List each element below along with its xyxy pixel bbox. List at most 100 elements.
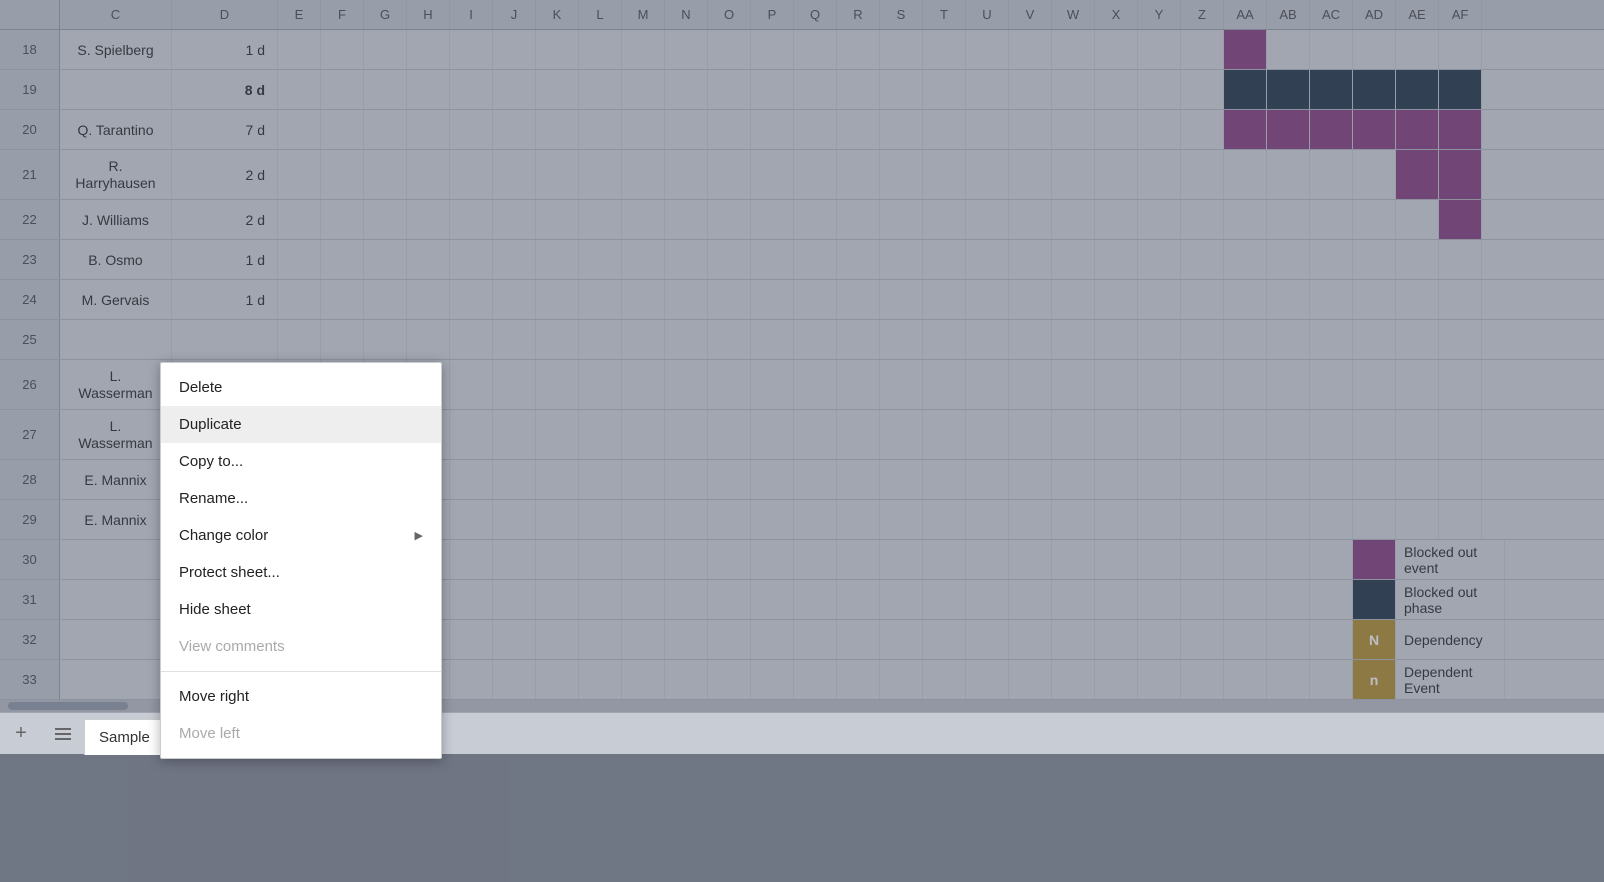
column-header[interactable]: L (579, 0, 622, 29)
gantt-cell[interactable] (880, 280, 923, 319)
gantt-cell[interactable] (665, 360, 708, 409)
gantt-cell[interactable] (1310, 30, 1353, 69)
gantt-cell[interactable] (1181, 360, 1224, 409)
gantt-cell[interactable] (794, 240, 837, 279)
gantt-cell[interactable] (837, 410, 880, 459)
column-header[interactable]: S (880, 0, 923, 29)
row-header[interactable]: 18 (0, 30, 60, 69)
gantt-cell[interactable] (665, 150, 708, 199)
gantt-cell[interactable] (1353, 410, 1396, 459)
menu-protect-sheet[interactable]: Protect sheet... (161, 554, 441, 591)
gantt-cell[interactable] (1224, 70, 1267, 109)
duration-cell[interactable]: 2 d (172, 200, 278, 239)
menu-hide-sheet[interactable]: Hide sheet (161, 591, 441, 628)
gantt-cell[interactable] (579, 30, 622, 69)
column-header[interactable]: O (708, 0, 751, 29)
gantt-cell[interactable] (1138, 460, 1181, 499)
gantt-cell[interactable] (1224, 200, 1267, 239)
gantt-cell[interactable] (1439, 240, 1482, 279)
row-header[interactable]: 20 (0, 110, 60, 149)
gantt-cell[interactable] (708, 280, 751, 319)
gantt-cell[interactable] (278, 200, 321, 239)
cell[interactable] (1310, 660, 1353, 699)
cell[interactable] (493, 540, 536, 579)
gantt-cell[interactable] (407, 150, 450, 199)
column-header[interactable]: AC (1310, 0, 1353, 29)
gantt-cell[interactable] (751, 320, 794, 359)
gantt-cell[interactable] (837, 460, 880, 499)
select-all-corner[interactable] (0, 0, 60, 29)
gantt-cell[interactable] (794, 280, 837, 319)
gantt-cell[interactable] (1224, 320, 1267, 359)
gantt-cell[interactable] (1439, 500, 1482, 539)
gantt-cell[interactable] (794, 70, 837, 109)
gantt-cell[interactable] (579, 410, 622, 459)
menu-rename[interactable]: Rename... (161, 480, 441, 517)
gantt-cell[interactable] (493, 240, 536, 279)
cell[interactable] (1138, 660, 1181, 699)
gantt-cell[interactable] (622, 30, 665, 69)
gantt-cell[interactable] (1052, 240, 1095, 279)
gantt-cell[interactable] (923, 320, 966, 359)
cell[interactable] (794, 580, 837, 619)
gantt-cell[interactable] (1396, 240, 1439, 279)
gantt-cell[interactable] (1052, 500, 1095, 539)
column-header[interactable]: Y (1138, 0, 1181, 29)
gantt-cell[interactable] (1353, 360, 1396, 409)
gantt-cell[interactable] (579, 200, 622, 239)
name-cell[interactable]: L.Wasserman (60, 410, 172, 459)
all-sheets-button[interactable] (42, 713, 84, 755)
cell[interactable] (923, 540, 966, 579)
gantt-cell[interactable] (536, 110, 579, 149)
gantt-cell[interactable] (579, 150, 622, 199)
cell[interactable] (450, 580, 493, 619)
gantt-cell[interactable] (923, 280, 966, 319)
cell[interactable] (622, 620, 665, 659)
gantt-cell[interactable] (321, 280, 364, 319)
gantt-cell[interactable] (923, 70, 966, 109)
gantt-cell[interactable] (622, 110, 665, 149)
column-header[interactable]: R (837, 0, 880, 29)
gantt-cell[interactable] (1353, 30, 1396, 69)
gantt-cell[interactable] (493, 460, 536, 499)
gantt-cell[interactable] (665, 460, 708, 499)
cell[interactable] (1138, 580, 1181, 619)
gantt-cell[interactable] (1095, 30, 1138, 69)
gantt-cell[interactable] (1181, 30, 1224, 69)
gantt-cell[interactable] (794, 30, 837, 69)
cell[interactable] (622, 540, 665, 579)
gantt-cell[interactable] (1353, 460, 1396, 499)
gantt-cell[interactable] (1095, 110, 1138, 149)
gantt-cell[interactable] (1138, 360, 1181, 409)
gantt-cell[interactable] (407, 200, 450, 239)
name-cell[interactable]: S. Spielberg (60, 30, 172, 69)
gantt-cell[interactable] (536, 200, 579, 239)
column-header[interactable]: M (622, 0, 665, 29)
gantt-cell[interactable] (1439, 110, 1482, 149)
gantt-cell[interactable] (1052, 410, 1095, 459)
row-header[interactable]: 19 (0, 70, 60, 109)
row-header[interactable]: 26 (0, 360, 60, 409)
gantt-cell[interactable] (622, 320, 665, 359)
gantt-cell[interactable] (923, 410, 966, 459)
gantt-cell[interactable] (1009, 360, 1052, 409)
gantt-cell[interactable] (1353, 500, 1396, 539)
gantt-cell[interactable] (751, 280, 794, 319)
gantt-cell[interactable] (1009, 30, 1052, 69)
cell[interactable] (536, 540, 579, 579)
cell[interactable] (579, 620, 622, 659)
cell[interactable] (536, 660, 579, 699)
gantt-cell[interactable] (1138, 280, 1181, 319)
gantt-cell[interactable] (1095, 280, 1138, 319)
gantt-cell[interactable] (837, 360, 880, 409)
gantt-cell[interactable] (450, 410, 493, 459)
gantt-cell[interactable] (1353, 110, 1396, 149)
gantt-cell[interactable] (751, 410, 794, 459)
gantt-cell[interactable] (923, 150, 966, 199)
cell[interactable] (923, 660, 966, 699)
row-header[interactable]: 29 (0, 500, 60, 539)
gantt-cell[interactable] (536, 360, 579, 409)
cell[interactable] (1181, 620, 1224, 659)
cell[interactable] (1224, 660, 1267, 699)
gantt-cell[interactable] (837, 280, 880, 319)
